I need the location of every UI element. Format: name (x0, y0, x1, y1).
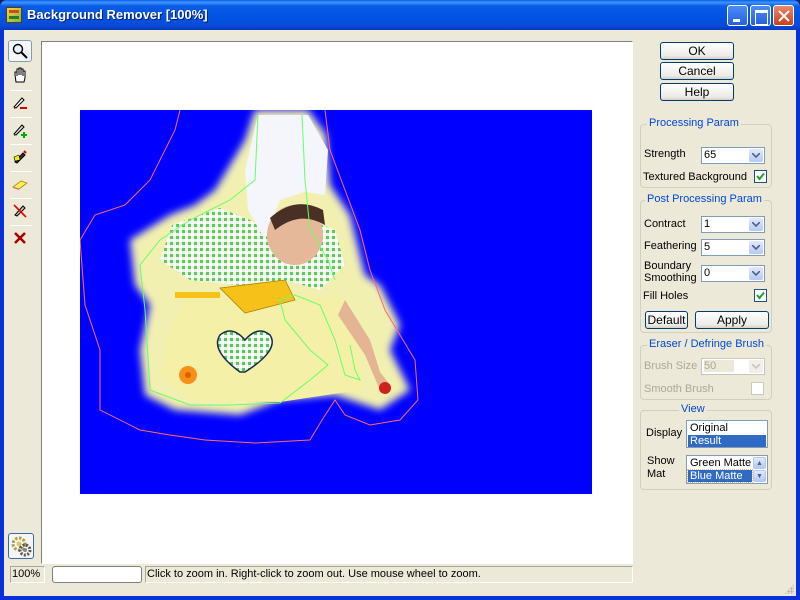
window-title: Background Remover [100%] (27, 7, 208, 22)
chevron-down-icon[interactable] (749, 218, 763, 231)
display-label: Display (646, 427, 683, 439)
boundary-smoothing-combo[interactable]: 0 (701, 265, 765, 282)
marker-crossed-icon (13, 204, 27, 218)
preview-image (80, 110, 592, 494)
scroll-down-button[interactable]: ▼ (753, 470, 766, 482)
image-canvas[interactable] (41, 41, 633, 564)
toolbar-separator (10, 171, 32, 172)
toolbar-separator (10, 144, 32, 145)
brush-size-value: 50 (704, 360, 734, 372)
show-mat-label-line1: Show (647, 455, 675, 467)
matte-option-green[interactable]: Green Matte (688, 457, 752, 469)
strength-label: Strength (644, 148, 686, 160)
post-processing-param-title: Post Processing Param (645, 193, 764, 205)
magic-marker-icon (13, 150, 27, 164)
apply-button[interactable]: Apply (695, 311, 769, 329)
zoom-level-indicator: 100% (10, 566, 45, 583)
smooth-brush-checkbox[interactable] (751, 382, 764, 395)
ok-button[interactable]: OK (660, 42, 734, 60)
checkmark-icon (756, 172, 765, 181)
cancel-button[interactable]: Cancel (660, 62, 734, 80)
boundary-smoothing-label: Boundary Smoothing (644, 260, 697, 284)
show-mat-label: Show Mat (647, 455, 675, 481)
scroll-up-button[interactable]: ▲ (753, 457, 766, 469)
eraser-icon (12, 180, 28, 190)
textured-background-label: Textured Background (643, 171, 747, 183)
view-group-title: View (679, 403, 707, 415)
checkmark-icon (756, 291, 765, 300)
brush-size-combo[interactable]: 50 (701, 358, 765, 375)
toolbar-separator (10, 225, 32, 226)
strength-value: 65 (704, 149, 717, 161)
feathering-label: Feathering (644, 240, 697, 252)
brush-group-title: Eraser / Defringe Brush (647, 338, 766, 350)
minimize-button[interactable] (727, 5, 748, 26)
show-mat-label-line2: Mat (647, 468, 666, 480)
display-option-original[interactable]: Original (688, 422, 766, 434)
grip-icon (784, 584, 794, 594)
clear-all-tool-button[interactable] (8, 227, 32, 249)
strength-combo[interactable]: 65 (701, 147, 765, 164)
gear-icon (11, 536, 32, 557)
auto-marker-tool-button[interactable] (8, 146, 32, 168)
boundary-label-line1: Boundary (644, 260, 692, 272)
smooth-brush-label: Smooth Brush (644, 383, 714, 395)
matte-listbox[interactable]: Green Matte Blue Matte ▲ ▼ (686, 455, 768, 484)
close-button[interactable] (773, 5, 794, 26)
toolbar-separator (10, 117, 32, 118)
contract-label: Contract (644, 218, 686, 230)
display-listbox[interactable]: Original Result (686, 420, 768, 448)
matte-option-blue[interactable]: Blue Matte (687, 469, 753, 483)
title-bar[interactable]: Background Remover [100%] (0, 0, 800, 30)
boundary-smoothing-value: 0 (704, 267, 711, 279)
maximize-button[interactable] (750, 5, 771, 26)
hand-icon (14, 67, 26, 83)
progress-bar (52, 566, 142, 583)
textured-background-checkbox[interactable] (754, 170, 767, 183)
boundary-label-line2: Smoothing (644, 272, 697, 284)
marker-remove-tool-button[interactable] (8, 92, 32, 114)
contract-value: 1 (704, 218, 711, 230)
chevron-down-icon[interactable] (749, 360, 763, 373)
eraser-tool-button[interactable] (8, 173, 32, 195)
marker-plus-icon (13, 124, 27, 138)
chevron-down-icon[interactable] (749, 149, 763, 162)
toolbar-separator (10, 198, 32, 199)
chevron-up-icon: ▲ (756, 459, 763, 467)
brush-size-label: Brush Size (644, 360, 698, 372)
fill-holes-checkbox[interactable] (754, 289, 767, 302)
marker-minus-icon (13, 97, 27, 109)
display-option-result[interactable]: Result (688, 435, 766, 447)
chevron-down-icon[interactable] (749, 241, 763, 254)
result-image[interactable] (80, 110, 592, 494)
magnifier-icon (12, 43, 28, 59)
chevron-down-icon[interactable] (749, 267, 763, 280)
red-x-icon (14, 232, 26, 244)
help-button[interactable]: Help (660, 83, 734, 101)
clear-marker-tool-button[interactable] (8, 200, 32, 222)
feathering-combo[interactable]: 5 (701, 239, 765, 256)
settings-button[interactable] (8, 533, 34, 559)
status-message: Click to zoom in. Right-click to zoom ou… (145, 566, 633, 583)
chevron-down-icon: ▼ (756, 472, 763, 480)
marker-keep-tool-button[interactable] (8, 119, 32, 141)
feathering-value: 5 (704, 241, 711, 253)
resize-grip[interactable] (784, 584, 796, 596)
toolbar-separator (10, 90, 32, 91)
app-icon (6, 7, 22, 23)
fill-holes-label: Fill Holes (643, 290, 689, 302)
processing-param-title: Processing Param (647, 117, 741, 129)
default-button[interactable]: Default (645, 311, 688, 329)
contract-combo[interactable]: 1 (701, 216, 765, 233)
pan-tool-button[interactable] (8, 64, 32, 86)
zoom-tool-button[interactable] (8, 40, 32, 62)
